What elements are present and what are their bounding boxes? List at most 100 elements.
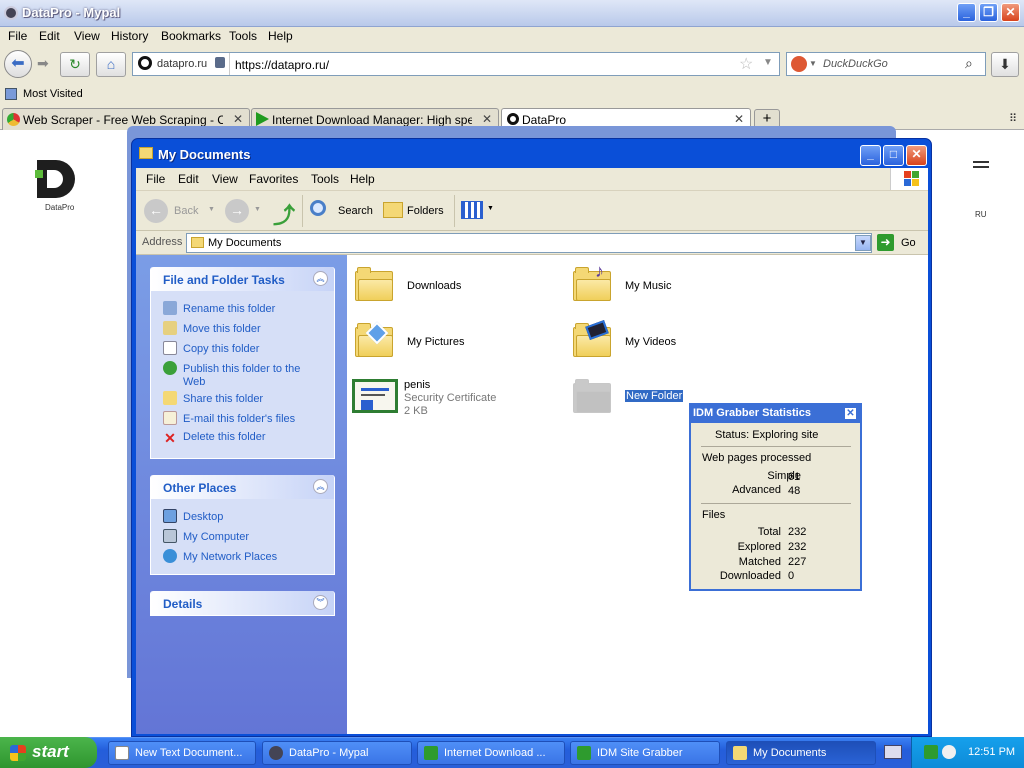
site-grabber-icon: [577, 746, 591, 760]
menu-bookmarks[interactable]: Bookmarks: [161, 29, 221, 43]
panel-header: Details: [163, 597, 203, 611]
maximize-button[interactable]: ❐: [979, 3, 998, 22]
taskbar-datapro-mypal[interactable]: DataPro - Mypal: [262, 741, 412, 765]
language-ru[interactable]: RU: [975, 210, 987, 219]
bookmark-star-icon[interactable]: ☆: [739, 54, 753, 74]
explorer-menu-favorites[interactable]: Favorites: [249, 172, 298, 186]
idm-icon: [256, 112, 269, 126]
idm-icon: [424, 746, 438, 760]
views-button[interactable]: ▼: [461, 201, 497, 221]
minimize-button[interactable]: _: [957, 3, 976, 22]
taskbar-new-text-document[interactable]: New Text Document...: [108, 741, 256, 765]
download-icon[interactable]: ⬇: [991, 52, 1019, 77]
explorer-minimize-button[interactable]: _: [860, 145, 881, 166]
explorer-close-button[interactable]: ✕: [906, 145, 927, 166]
browser-menu-bar: File Edit View History Bookmarks Tools H…: [0, 27, 1024, 47]
search-box[interactable]: ▼ DuckDuckGo ⌕: [786, 52, 986, 76]
explorer-menu-edit[interactable]: Edit: [178, 172, 199, 186]
most-visited-bookmark[interactable]: Most Visited: [23, 88, 83, 100]
url-dropdown-icon[interactable]: ▼: [763, 57, 773, 68]
folder-my-videos[interactable]: My Videos: [573, 320, 753, 363]
duckduckgo-icon: [791, 56, 807, 72]
move-folder-link[interactable]: Move this folder: [163, 321, 261, 335]
folder-icon: [191, 237, 204, 248]
menu-file[interactable]: File: [8, 29, 27, 43]
desktop-link[interactable]: Desktop: [163, 509, 223, 523]
hamburger-menu-icon[interactable]: [973, 161, 989, 163]
back-arrow-icon[interactable]: ⬅: [4, 50, 32, 78]
file-name: penis: [404, 379, 431, 391]
explorer-menu-view[interactable]: View: [212, 172, 238, 186]
my-network-places-link[interactable]: My Network Places: [163, 549, 277, 563]
menu-tools[interactable]: Tools: [229, 29, 257, 43]
dialog-close-icon[interactable]: ✕: [844, 407, 857, 420]
copy-folder-link[interactable]: Copy this folder: [163, 341, 259, 355]
url-text[interactable]: https://datapro.ru/: [235, 58, 329, 72]
share-folder-link[interactable]: Share this folder: [163, 391, 263, 405]
keyboard-icon[interactable]: [884, 745, 902, 759]
simple-value: 61: [788, 471, 801, 483]
folder-downloads[interactable]: Downloads: [355, 267, 535, 307]
panel-header: Other Places: [163, 481, 237, 495]
total-value: 232: [788, 526, 807, 538]
tab-close-icon[interactable]: ✕: [734, 112, 744, 126]
search-button[interactable]: Search: [308, 198, 374, 224]
back-button[interactable]: ← Back ▼: [144, 198, 215, 224]
site-identity[interactable]: datapro.ru: [157, 58, 207, 70]
forward-button[interactable]: →: [225, 199, 249, 223]
my-computer-link[interactable]: My Computer: [163, 529, 249, 543]
network-tray-icon[interactable]: [942, 745, 956, 759]
reload-icon[interactable]: ↻: [60, 52, 90, 77]
up-folder-icon[interactable]: ⤴: [273, 198, 295, 228]
advanced-label: Advanced: [732, 484, 781, 496]
other-places-panel: Other Places ︽ Desktop My Computer My Ne…: [150, 475, 335, 575]
selected-folder-name[interactable]: New Folder: [625, 390, 684, 402]
search-icon[interactable]: ⌕: [965, 55, 973, 72]
rename-folder-link[interactable]: Rename this folder: [163, 301, 275, 315]
go-button[interactable]: ➜ Go: [877, 233, 925, 253]
explorer-toolbar: ← Back ▼ → ▼ ⤴ Search Folders ▼: [136, 191, 928, 231]
downloaded-label: Downloaded: [719, 570, 781, 582]
idm-tray-icon[interactable]: [924, 745, 938, 759]
folders-button[interactable]: Folders: [381, 198, 451, 224]
menu-history[interactable]: History: [111, 29, 148, 43]
menu-edit[interactable]: Edit: [39, 29, 60, 43]
start-button[interactable]: start: [0, 737, 97, 768]
file-folder-tasks-panel: File and Folder Tasks ︽ Rename this fold…: [150, 267, 335, 459]
menu-view[interactable]: View: [74, 29, 100, 43]
music-folder-icon: ♪: [573, 261, 611, 301]
folder-my-pictures[interactable]: My Pictures: [355, 321, 535, 363]
tab-close-icon[interactable]: ✕: [233, 112, 243, 126]
expand-chevron-icon[interactable]: ︾: [313, 595, 328, 610]
collapse-chevron-icon[interactable]: ︽: [313, 479, 328, 494]
list-all-tabs-icon[interactable]: ⠿: [1009, 112, 1017, 125]
taskbar-my-documents[interactable]: My Documents: [726, 741, 876, 765]
delete-folder-link[interactable]: ✕ Delete this folder: [163, 431, 265, 446]
rename-icon: [163, 301, 177, 315]
folder-icon: [355, 267, 393, 301]
folder-my-music[interactable]: ♪ My Music: [573, 261, 753, 307]
collapse-chevron-icon[interactable]: ︽: [313, 271, 328, 286]
taskbar-internet-download-manager[interactable]: Internet Download ...: [417, 741, 565, 765]
explorer-menu-help[interactable]: Help: [350, 172, 375, 186]
address-field[interactable]: My Documents ▼: [186, 233, 872, 253]
url-bar[interactable]: datapro.ru https://datapro.ru/ ☆ ▼: [132, 52, 780, 76]
file-penis-certificate[interactable]: penis Security Certificate 2 KB: [352, 379, 532, 423]
menu-help[interactable]: Help: [268, 29, 293, 43]
browser-window-title: DataPro - Mypal: [22, 5, 121, 20]
publish-folder-link[interactable]: Publish this folder to the Web: [163, 361, 313, 389]
email-files-link[interactable]: E-mail this folder's files: [163, 411, 295, 425]
back-icon: ←: [144, 199, 168, 223]
datapro-logo[interactable]: [35, 160, 80, 198]
explorer-menu-file[interactable]: File: [146, 172, 165, 186]
explorer-menu-tools[interactable]: Tools: [311, 172, 339, 186]
forward-arrow-icon[interactable]: ➡: [37, 55, 49, 72]
close-button[interactable]: ✕: [1001, 3, 1020, 22]
explorer-maximize-button[interactable]: □: [883, 145, 904, 166]
tab-close-icon[interactable]: ✕: [482, 112, 492, 126]
windows-flag-icon: [890, 168, 928, 190]
taskbar-idm-site-grabber[interactable]: IDM Site Grabber: [570, 741, 720, 765]
address-dropdown-icon[interactable]: ▼: [855, 235, 871, 251]
home-icon[interactable]: ⌂: [96, 52, 126, 77]
datapro-favicon: [507, 113, 519, 125]
